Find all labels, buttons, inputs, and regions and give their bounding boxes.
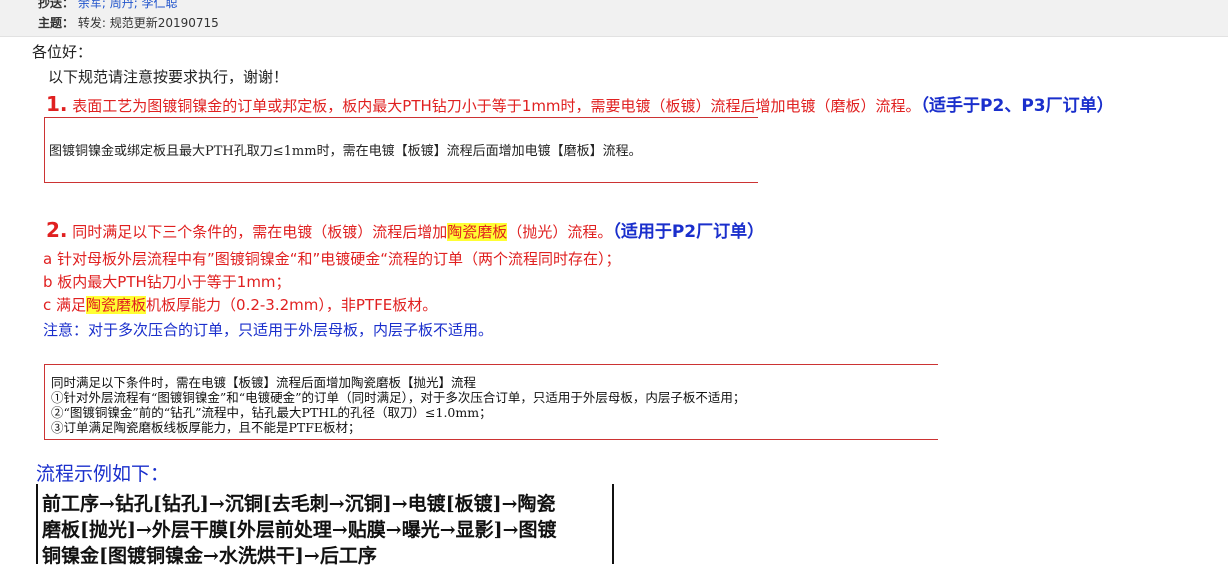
flow-line: 前工序→钻孔[钻孔]→沉铜[去毛刺→沉铜]→电镀[板镀]→陶瓷: [42, 493, 556, 515]
email-header: 抄送： 余军; 周丹; 李仁聪 主题： 转发: 规范更新20190715: [0, 0, 1228, 37]
item-2-quote-box: 同时满足以下条件时，需在电镀【板镀】流程后面增加陶瓷磨板【抛光】流程 ①针对外层…: [44, 364, 938, 440]
item-2-note: （适用于P2厂订单）: [612, 222, 765, 242]
subject-value: 转发: 规范更新20190715: [77, 16, 219, 30]
item-1-note: （适手于P2、P3厂订单）: [920, 96, 1114, 116]
condition-c-pre: c 满足: [43, 296, 87, 314]
item-2-text-post: （抛光）流程。: [507, 223, 613, 241]
cc-names[interactable]: 余军; 周丹; 李仁聪: [78, 0, 178, 10]
condition-c: c 满足陶瓷磨板机板厚能力（0.2-3.2mm），非PTFE板材。: [43, 294, 437, 315]
condition-b: b 板内最大PTH钻刀小于等于1mm；: [43, 273, 291, 291]
cc-label: 抄送：: [38, 0, 75, 10]
flow-line: 铜镍金[图镀铜镍金→水洗烘干]→后工序: [42, 545, 377, 567]
quote-line: ②“图镀铜镍金”前的“钻孔”流程中，钻孔最大PTHL的孔径（取刀）≤1.0mm；: [51, 405, 492, 420]
item-1: 1. 表面工艺为图镀铜镍金的订单或邦定板，板内最大PTH钻刀小于等于1mm时，需…: [46, 91, 1114, 116]
subject-label: 主题：: [38, 16, 75, 30]
quote-line: ①针对外层流程有“图镀铜镍金”和“电镀硬金”的订单（同时满足），对于多次压合订单…: [51, 390, 746, 405]
flow-title: 流程示例如下：: [36, 463, 170, 485]
intro-text: 以下规范请注意按要求执行，谢谢！: [48, 68, 289, 86]
item-2-highlight: 陶瓷磨板: [447, 223, 508, 241]
subject-row: 主题： 转发: 规范更新20190715: [38, 14, 219, 31]
quote-line: ③订单满足陶瓷磨板线板厚能力，且不能是PTFE板材；: [51, 420, 361, 435]
condition-c-post: 机板厚能力（0.2-3.2mm），非PTFE板材。: [146, 296, 438, 314]
greeting: 各位好：: [32, 43, 93, 61]
remark-text: 注意：对于多次压合的订单，只适用于外层母板，内层子板不适用。: [43, 321, 494, 339]
item-1-quote-text: 图镀铜镍金或绑定板且最大PTH孔取刀≤1mm时，需在电镀【板镀】流程后面增加电镀…: [49, 144, 642, 159]
condition-a: a 针对母板外层流程中有”图镀铜镍金“和”电镀硬金“流程的订单（两个流程同时存在…: [43, 250, 621, 268]
flow-example-box: 前工序→钻孔[钻孔]→沉铜[去毛刺→沉铜]→电镀[板镀]→陶瓷 磨板[抛光]→外…: [36, 484, 614, 567]
item-2-number: 2.: [46, 218, 68, 242]
cc-row: 抄送： 余军; 周丹; 李仁聪: [38, 0, 178, 11]
item-1-quote-box: 图镀铜镍金或绑定板且最大PTH孔取刀≤1mm时，需在电镀【板镀】流程后面增加电镀…: [44, 117, 758, 183]
item-1-number: 1.: [46, 92, 68, 116]
condition-c-highlight: 陶瓷磨板: [86, 296, 147, 314]
item-2-text-pre: 同时满足以下三个条件的，需在电镀（板镀）流程后增加: [67, 223, 448, 241]
quote-line: 同时满足以下条件时，需在电镀【板镀】流程后面增加陶瓷磨板【抛光】流程: [51, 375, 477, 390]
item-2: 2. 同时满足以下三个条件的，需在电镀（板镀）流程后增加陶瓷磨板（抛光）流程。（…: [46, 217, 764, 242]
flow-line: 磨板[抛光]→外层干膜[外层前处理→贴膜→曝光→显影]→图镀: [42, 519, 557, 541]
item-1-text: 表面工艺为图镀铜镍金的订单或邦定板，板内最大PTH钻刀小于等于1mm时，需要电镀…: [67, 97, 921, 115]
